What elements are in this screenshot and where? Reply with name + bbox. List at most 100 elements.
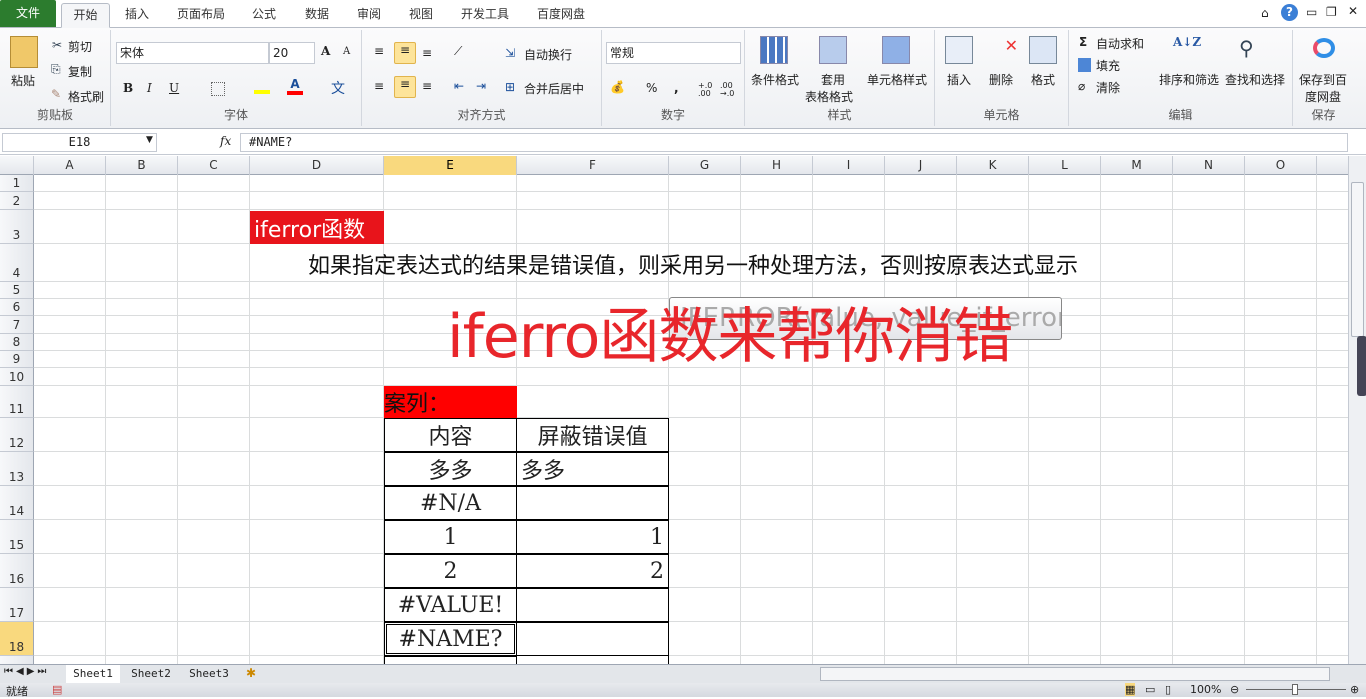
row-header-11[interactable]: 11	[0, 386, 34, 418]
number-format-select[interactable]: 常规	[606, 42, 741, 64]
minimize-ribbon-icon[interactable]: ⌂	[1261, 6, 1269, 20]
increase-indent-icon[interactable]: ⇥	[476, 79, 486, 93]
find-select-button[interactable]: 查找和选择	[1225, 71, 1285, 88]
align-middle-icon[interactable]: ≡	[394, 42, 416, 64]
tab-review[interactable]: 审阅	[346, 3, 392, 28]
page-layout-view-icon[interactable]: ▭	[1145, 683, 1155, 696]
column-header-N[interactable]: N	[1173, 156, 1245, 175]
table-cell-content[interactable]: #NAME?	[384, 622, 517, 656]
align-center-icon[interactable]: ≡	[394, 76, 416, 98]
vertical-scrollbar[interactable]	[1348, 156, 1366, 664]
zoom-in-icon[interactable]: ⊕	[1350, 683, 1359, 696]
column-header-J[interactable]: J	[885, 156, 957, 175]
zoom-slider-thumb[interactable]	[1292, 684, 1298, 695]
decrease-indent-icon[interactable]: ⇤	[454, 79, 464, 93]
paste-icon[interactable]	[10, 36, 38, 68]
percent-button[interactable]: %	[646, 81, 657, 95]
row-header-3[interactable]: 3	[0, 210, 34, 244]
conditional-format-button[interactable]: 条件格式	[751, 71, 799, 88]
currency-icon[interactable]: 💰	[610, 80, 625, 94]
tab-home[interactable]: 开始	[61, 3, 110, 28]
worksheet-grid[interactable]: 1 2 3 4 5 6 7 8 9 10 11 12 13 14 15 16 17 18 iferror函数 如果指定…	[0, 175, 1348, 664]
sheet-tab-sheet2[interactable]: Sheet2	[124, 665, 178, 683]
font-color-icon[interactable]: A	[287, 78, 303, 95]
cell-e11[interactable]: 案列：	[384, 386, 517, 418]
zoom-out-icon[interactable]: ⊖	[1230, 683, 1239, 696]
table-cell-masked[interactable]: 1	[517, 520, 669, 554]
cut-button[interactable]: 剪切	[68, 38, 92, 55]
row-header-18[interactable]: 18	[0, 622, 34, 656]
merge-center-button[interactable]: 合并后居中	[524, 80, 584, 97]
cell-d3[interactable]: iferror函数	[250, 211, 384, 244]
decrease-decimal-button[interactable]: .00 →.0	[720, 82, 742, 98]
row-header-partial[interactable]	[0, 656, 34, 664]
sort-filter-button[interactable]: 排序和筛选	[1159, 71, 1219, 88]
paste-button[interactable]: 粘贴	[11, 72, 35, 89]
column-header-A[interactable]: A	[34, 156, 106, 175]
column-header-O[interactable]: O	[1245, 156, 1317, 175]
column-header-C[interactable]: C	[178, 156, 250, 175]
table-cell-masked[interactable]: 2	[517, 554, 669, 588]
column-header-L[interactable]: L	[1029, 156, 1101, 175]
row-header-16[interactable]: 16	[0, 554, 34, 588]
autosum-button[interactable]: 自动求和	[1096, 35, 1144, 52]
sheet-nav-icons[interactable]: ⏮◀▶⏭	[4, 666, 49, 677]
align-right-icon[interactable]: ≡	[422, 79, 432, 93]
column-header-E[interactable]: E	[384, 156, 517, 175]
format-as-table-button-1[interactable]: 套用	[821, 71, 845, 88]
increase-decimal-button[interactable]: +.0 .00	[698, 82, 718, 98]
table-cell-partial[interactable]	[384, 656, 517, 664]
row-header-17[interactable]: 17	[0, 588, 34, 622]
clear-button[interactable]: 清除	[1096, 79, 1120, 96]
font-size-select[interactable]: 20	[269, 42, 315, 64]
tab-baidu[interactable]: 百度网盘	[528, 3, 594, 28]
insert-function-button[interactable]: fx	[220, 134, 231, 148]
tab-formulas[interactable]: 公式	[240, 3, 288, 28]
table-cell-masked[interactable]	[517, 486, 669, 520]
row-header-14[interactable]: 14	[0, 486, 34, 520]
row-header-7[interactable]: 7	[0, 316, 34, 334]
tab-developer[interactable]: 开发工具	[452, 3, 518, 28]
tab-view[interactable]: 视图	[398, 3, 444, 28]
table-cell-partial[interactable]	[517, 656, 669, 664]
sheet-tab-sheet1[interactable]: Sheet1	[66, 665, 120, 683]
window-minimize-icon[interactable]: ▭	[1306, 5, 1317, 19]
table-cell-masked[interactable]: 屏蔽错误值	[517, 418, 669, 452]
title-text[interactable]: iferro函数来帮你消错	[447, 295, 1067, 372]
align-top-icon[interactable]: ≡	[374, 44, 384, 58]
table-cell-content[interactable]: 多多	[384, 452, 517, 486]
tab-page-layout[interactable]: 页面布局	[168, 3, 234, 28]
name-box-dropdown-icon[interactable]: ▼	[146, 135, 153, 145]
font-name-select[interactable]: 宋体	[116, 42, 269, 64]
window-restore-icon[interactable]: ❐	[1326, 5, 1337, 19]
column-header-G[interactable]: G	[669, 156, 741, 175]
tab-file[interactable]: 文件	[0, 0, 56, 27]
table-cell-masked[interactable]: 多多	[517, 452, 669, 486]
grow-font-icon[interactable]: A	[321, 44, 330, 58]
save-baidu-button-1[interactable]: 保存到百	[1299, 71, 1347, 88]
name-box[interactable]: E18	[2, 133, 157, 152]
column-header-D[interactable]: D	[250, 156, 384, 175]
cell-styles-button[interactable]: 单元格样式	[867, 71, 927, 88]
align-left-icon[interactable]: ≡	[374, 79, 384, 93]
format-painter-button[interactable]: 格式刷	[68, 88, 104, 105]
table-cell-masked[interactable]	[517, 622, 669, 656]
format-as-table-button-2[interactable]: 表格格式	[805, 88, 853, 105]
fill-button[interactable]: 填充	[1096, 57, 1120, 74]
row-header-1[interactable]: 1	[0, 175, 34, 192]
table-cell-masked[interactable]	[517, 588, 669, 622]
column-header-I[interactable]: I	[813, 156, 885, 175]
table-cell-content[interactable]: #N/A	[384, 486, 517, 520]
horizontal-scrollbar[interactable]	[820, 667, 1330, 681]
row-header-12[interactable]: 12	[0, 418, 34, 452]
formula-input[interactable]: #NAME?	[240, 133, 1348, 152]
row-header-5[interactable]: 5	[0, 282, 34, 299]
border-icon[interactable]	[211, 82, 225, 96]
sheet-tab-sheet3[interactable]: Sheet3	[182, 665, 236, 683]
phonetic-icon[interactable]: 文	[331, 78, 345, 98]
align-bottom-icon[interactable]: ≡	[422, 46, 432, 60]
comma-button[interactable]: ,	[674, 81, 679, 95]
macro-record-icon[interactable]: ▤	[52, 683, 62, 696]
column-header-F[interactable]: F	[517, 156, 669, 175]
cell-d4[interactable]: 如果指定表达式的结果是错误值，则采用另一种处理方法，否则按原表达式显示	[308, 246, 1268, 282]
